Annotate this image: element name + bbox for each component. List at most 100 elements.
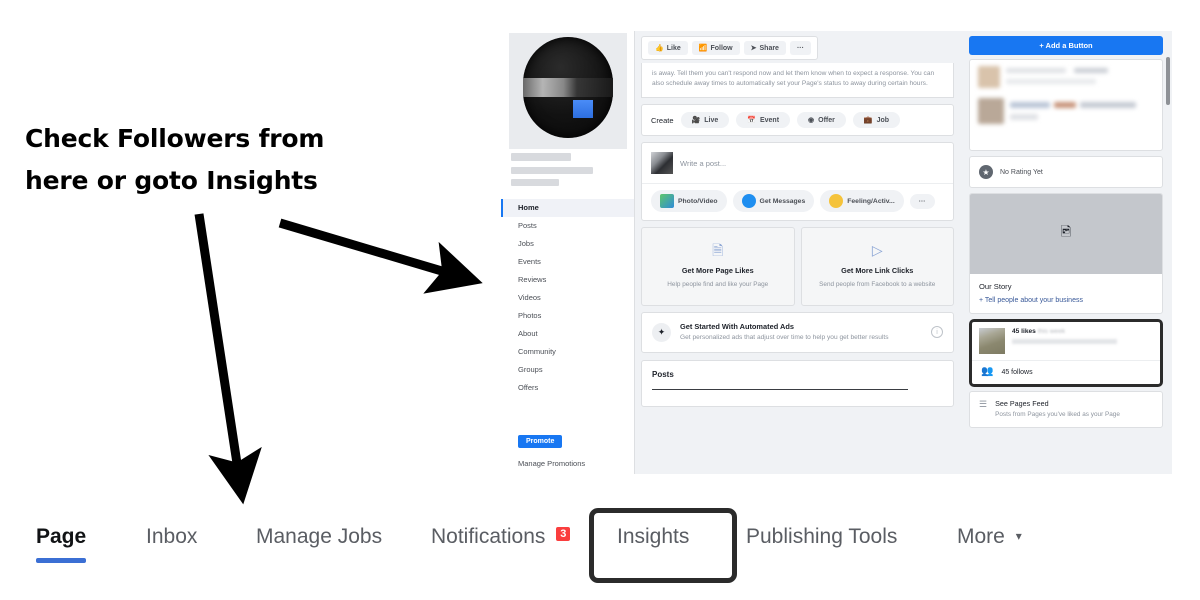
messenger-icon bbox=[741, 194, 756, 208]
tab-manage-jobs[interactable]: Manage Jobs bbox=[256, 525, 382, 549]
tab-page[interactable]: Page bbox=[36, 525, 87, 563]
sidebar-item-offers[interactable]: Offers bbox=[501, 379, 634, 397]
tell-people-link[interactable]: + Tell people about your business bbox=[970, 291, 1162, 313]
annotation-headline-line-2: here or goto Insights bbox=[25, 166, 318, 195]
promote-button[interactable]: Promote bbox=[518, 435, 563, 448]
sidebar-item-label: Groups bbox=[518, 365, 543, 374]
add-a-button-button[interactable]: + Add a Button bbox=[969, 36, 1163, 55]
promo-title: Get More Link Clicks bbox=[841, 266, 914, 275]
screenshot-scrollbar-thumb[interactable] bbox=[1166, 57, 1170, 105]
page-name-blurred bbox=[511, 153, 571, 161]
sidebar-item-videos[interactable]: Videos bbox=[501, 289, 634, 307]
blur-block bbox=[1054, 102, 1076, 108]
like-button[interactable]: 👍 Like bbox=[648, 41, 688, 55]
photo-icon bbox=[660, 194, 674, 208]
page-subtitle-blurred bbox=[511, 167, 593, 174]
tab-inbox[interactable]: Inbox bbox=[146, 525, 197, 549]
sidebar-item-label: Photos bbox=[518, 311, 542, 320]
tab-publishing-tools[interactable]: Publishing Tools bbox=[746, 525, 897, 549]
get-messages-label: Get Messages bbox=[759, 197, 806, 205]
sidebar-item-photos[interactable]: Photos bbox=[501, 307, 634, 325]
blur-block bbox=[978, 66, 1000, 88]
our-story-title: Our Story bbox=[979, 282, 1012, 291]
sidebar-item-label: Home bbox=[518, 203, 539, 212]
posts-section-title: Posts bbox=[652, 369, 674, 379]
posts-divider bbox=[652, 388, 909, 390]
create-row: Create 🎥 Live 📅 Event ◉ Offer 💼 Job bbox=[641, 104, 954, 136]
blur-block bbox=[1010, 102, 1050, 108]
blur-block bbox=[1006, 68, 1066, 73]
see-pages-feed-card[interactable]: ☰ See Pages Feed Posts from Pages you've… bbox=[969, 391, 1163, 428]
blurred-info-card bbox=[969, 59, 1163, 151]
sidebar-item-home[interactable]: Home bbox=[501, 199, 634, 217]
manage-promotions-link[interactable]: Manage Promotions bbox=[518, 459, 585, 468]
create-live-button[interactable]: 🎥 Live bbox=[680, 112, 730, 128]
sidebar-item-jobs[interactable]: Jobs bbox=[501, 235, 634, 253]
tab-more-label: More bbox=[957, 525, 1005, 548]
feeling-activity-button[interactable]: Feeling/Activ... bbox=[820, 190, 904, 212]
sidebar-item-groups[interactable]: Groups bbox=[501, 361, 634, 379]
our-story-card: 🖻 Our Story + Tell people about your bus… bbox=[969, 193, 1163, 314]
magic-wand-icon: ✦ bbox=[652, 322, 671, 342]
likes-thumbnail bbox=[979, 328, 1005, 354]
promo-subtitle: Help people find and like your Page bbox=[667, 281, 769, 288]
composer-input-row[interactable]: Write a post... bbox=[642, 143, 953, 183]
create-job-button[interactable]: 💼 Job bbox=[852, 112, 901, 128]
page-avatar[interactable] bbox=[523, 37, 613, 138]
chevron-down-icon: ▾ bbox=[1015, 529, 1022, 543]
page-subtitle2-blurred bbox=[511, 179, 559, 186]
tab-more[interactable]: More ▾ bbox=[957, 525, 1022, 549]
photo-video-button[interactable]: Photo/Video bbox=[651, 190, 727, 212]
tab-publishing-tools-label: Publishing Tools bbox=[746, 525, 898, 548]
automated-ads-card[interactable]: ✦ Get Started With Automated Ads Get per… bbox=[641, 312, 954, 353]
feed-list-icon: ☰ bbox=[979, 399, 988, 409]
blur-block bbox=[1010, 114, 1038, 120]
sidebar-item-label: Posts bbox=[518, 221, 537, 230]
promo-card-link-clicks[interactable]: ▷ Get More Link Clicks Send people from … bbox=[800, 227, 954, 306]
composer-avatar bbox=[651, 152, 673, 174]
arrow-to-insights-tab bbox=[194, 213, 262, 505]
like-label: Like bbox=[666, 44, 681, 52]
composer-actions: Photo/Video Get Messages Feeling/Activ..… bbox=[642, 183, 953, 220]
page-left-sidebar: Home Posts Jobs Events Reviews Videos Ph… bbox=[501, 31, 635, 474]
promo-subtitle: Send people from Facebook to a website bbox=[819, 281, 936, 288]
get-messages-button[interactable]: Get Messages bbox=[732, 190, 815, 212]
feeling-activity-label: Feeling/Activ... bbox=[847, 197, 895, 205]
rss-follow-icon: 📶 bbox=[698, 45, 708, 52]
followers-stats-card[interactable]: 45 likes this week 👥 45 follows bbox=[969, 319, 1163, 387]
sidebar-item-label: Community bbox=[518, 347, 556, 356]
create-event-button[interactable]: 📅 Event bbox=[736, 112, 791, 128]
insights-tab-highlight-box[interactable] bbox=[589, 508, 737, 583]
promo-card-page-likes[interactable]: 🗎 Get More Page Likes Help people find a… bbox=[641, 227, 795, 306]
sidebar-item-events[interactable]: Events bbox=[501, 253, 634, 271]
rating-card: ★ No Rating Yet bbox=[969, 156, 1163, 188]
see-pages-feed-title: See Pages Feed bbox=[995, 399, 1049, 408]
see-pages-feed-subtitle: Posts from Pages you've liked as your Pa… bbox=[995, 411, 1120, 418]
tab-notifications-label: Notifications bbox=[431, 525, 546, 548]
more-actions-button[interactable]: ··· bbox=[789, 41, 811, 55]
create-offer-button[interactable]: ◉ Offer bbox=[797, 112, 846, 128]
sidebar-item-community[interactable]: Community bbox=[501, 343, 634, 361]
share-arrow-icon: ➤ bbox=[750, 45, 757, 52]
composer-more-button[interactable]: ··· bbox=[909, 193, 935, 209]
tab-notifications[interactable]: Notifications 3 bbox=[431, 525, 571, 549]
info-icon[interactable]: i bbox=[931, 326, 943, 339]
sidebar-item-label: Videos bbox=[518, 293, 541, 302]
create-offer-label: Offer bbox=[818, 116, 835, 124]
blur-block bbox=[1074, 68, 1108, 73]
screenshot-scrollbar-track[interactable] bbox=[1166, 51, 1170, 471]
facebook-page-screenshot: Home Posts Jobs Events Reviews Videos Ph… bbox=[501, 31, 1172, 474]
share-button[interactable]: ➤ Share bbox=[743, 41, 786, 55]
sidebar-item-about[interactable]: About bbox=[501, 325, 634, 343]
sidebar-item-reviews[interactable]: Reviews bbox=[501, 271, 634, 289]
share-label: Share bbox=[759, 44, 779, 52]
tag-icon: ◉ bbox=[808, 117, 815, 124]
arrow-to-followers-box bbox=[278, 218, 483, 294]
likes-row: 45 likes this week bbox=[972, 322, 1160, 360]
follow-button[interactable]: 📶 Follow bbox=[691, 41, 740, 55]
briefcase-icon: 💼 bbox=[863, 117, 873, 124]
promo-title: Get More Page Likes bbox=[681, 266, 754, 275]
thumbs-up-icon: 👍 bbox=[655, 45, 664, 52]
notifications-badge: 3 bbox=[556, 527, 571, 541]
sidebar-item-posts[interactable]: Posts bbox=[501, 217, 634, 235]
